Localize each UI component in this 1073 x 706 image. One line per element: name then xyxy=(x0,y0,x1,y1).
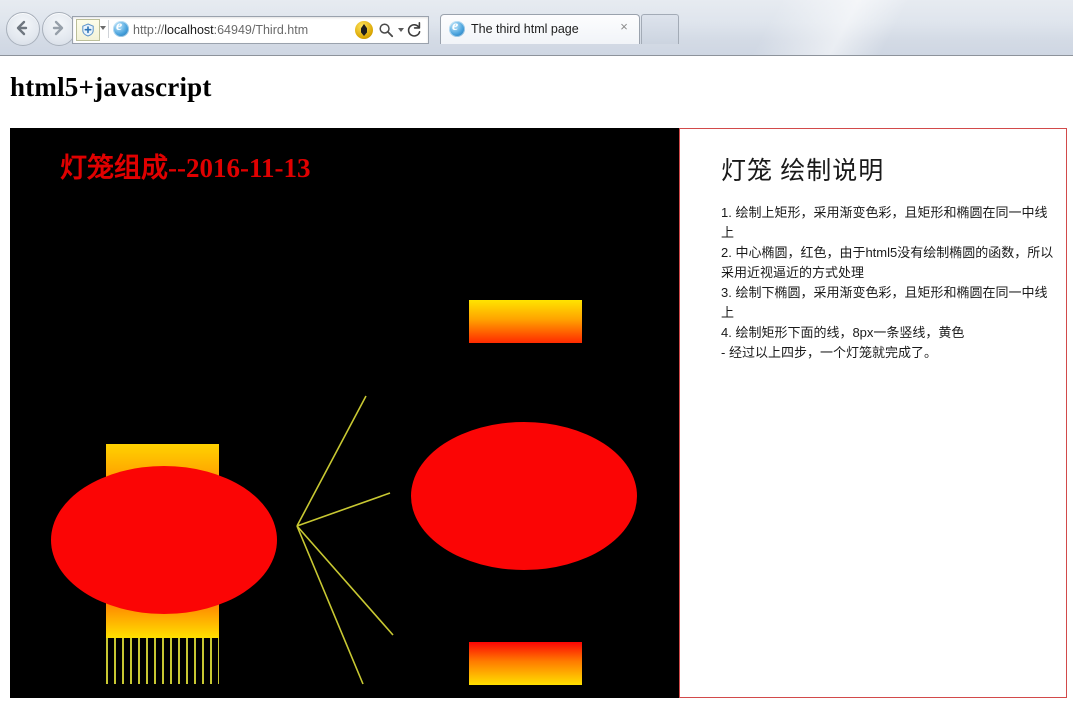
forward-arrow-icon xyxy=(52,20,64,36)
page-title: html5+javascript xyxy=(10,72,212,102)
browser-chrome: http://localhost:64949/Third.htm The thi… xyxy=(0,0,1073,56)
site-favicon-icon xyxy=(113,19,129,42)
info-step: 1. 绘制上矩形，采用渐变色彩，且矩形和椭圆在同一中线上 xyxy=(721,205,1048,240)
address-bar[interactable]: http://localhost:64949/Third.htm xyxy=(72,16,429,44)
ray-line xyxy=(296,525,394,636)
search-caret-icon[interactable] xyxy=(398,28,404,32)
info-step: 3. 绘制下椭圆，采用渐变色彩，且矩形和椭圆在同一中线上 xyxy=(721,285,1048,320)
tab-favicon-icon xyxy=(449,19,465,42)
compatibility-view-icon xyxy=(82,23,94,37)
new-tab-button[interactable] xyxy=(641,14,679,44)
info-panel-title: 灯笼 绘制说明 xyxy=(721,158,885,185)
address-input[interactable]: http://localhost:64949/Third.htm xyxy=(133,21,363,39)
demo-top-rectangle xyxy=(469,300,582,343)
forward-button[interactable] xyxy=(42,12,76,46)
close-icon[interactable]: × xyxy=(617,20,631,34)
chrome-gloss xyxy=(643,0,1073,55)
back-arrow-icon xyxy=(16,20,28,36)
compatibility-view-button[interactable] xyxy=(76,19,100,41)
lantern-canvas[interactable]: 灯笼组成--2016-11-13 xyxy=(10,128,679,698)
info-step: - 经过以上四步，一个灯笼就完成了。 xyxy=(721,345,937,360)
back-button[interactable] xyxy=(6,12,40,46)
demo-bottom-rectangle xyxy=(469,642,582,685)
demo-ellipse xyxy=(411,422,637,570)
ray-line xyxy=(296,525,364,685)
search-icon[interactable] xyxy=(378,22,394,38)
ray-line xyxy=(296,395,367,527)
browser-tab[interactable]: The third html page × xyxy=(440,14,640,44)
smartscreen-shield-icon[interactable] xyxy=(355,21,373,39)
ray-lines-group xyxy=(296,395,394,685)
ray-line xyxy=(296,492,391,527)
tab-strip: The third html page × xyxy=(440,14,640,44)
tab-title: The third html page xyxy=(471,22,579,36)
info-step: 2. 中心椭圆，红色，由于html5没有绘制椭圆的函数，所以采用近视逼近的方式处… xyxy=(721,245,1054,280)
info-step: 4. 绘制矩形下面的线，8px一条竖线，黄色 xyxy=(721,325,965,340)
info-panel-steps: 1. 绘制上矩形，采用渐变色彩，且矩形和椭圆在同一中线上 2. 中心椭圆，红色，由… xyxy=(721,203,1057,363)
refresh-icon[interactable] xyxy=(406,21,422,39)
address-divider xyxy=(108,20,109,38)
info-panel: 灯笼 绘制说明 1. 绘制上矩形，采用渐变色彩，且矩形和椭圆在同一中线上 2. 中… xyxy=(679,128,1067,698)
compatibility-caret-icon[interactable] xyxy=(100,26,106,30)
